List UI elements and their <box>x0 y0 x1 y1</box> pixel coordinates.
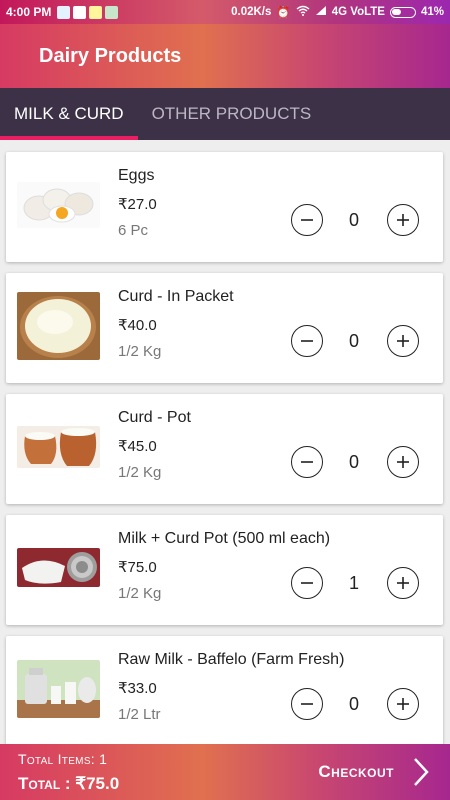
total-items-label: Total Items: <box>18 751 100 767</box>
product-price: ₹40.0 <box>118 317 157 334</box>
network-speed: 0.02K/s <box>231 6 272 18</box>
increase-button[interactable] <box>387 204 419 236</box>
minus-icon <box>301 582 313 584</box>
product-price: ₹33.0 <box>118 680 157 697</box>
total-items: Total Items: 1 <box>18 751 107 767</box>
increase-button[interactable] <box>387 446 419 478</box>
tab-other-products[interactable]: OTHER PRODUCTS <box>138 88 326 140</box>
plus-icon <box>397 456 409 468</box>
product-unit: 1/2 Kg <box>118 343 162 360</box>
product-price: ₹27.0 <box>118 196 157 213</box>
eggs-image <box>17 182 100 228</box>
minus-icon <box>301 340 313 342</box>
product-unit: 1/2 Kg <box>118 585 162 602</box>
milk-curd-pot-image <box>17 548 100 587</box>
product-name: Eggs <box>118 167 155 184</box>
product-card: Milk + Curd Pot (500 ml each) ₹75.0 1/2 … <box>6 515 443 625</box>
product-card: Raw Milk - Baffelo (Farm Fresh) ₹33.0 1/… <box>6 636 443 746</box>
phone-icon <box>57 5 71 19</box>
increase-button[interactable] <box>387 688 419 720</box>
chevron-right-icon <box>414 758 429 786</box>
app-bar: Dairy Products <box>0 24 450 88</box>
product-unit: 1/2 Kg <box>118 464 162 481</box>
quantity-count: 0 <box>348 331 359 351</box>
status-right: 0.02K/s ⏰ 4G VoLTE 41% <box>231 5 444 19</box>
chrome-icon <box>89 5 103 19</box>
minus-icon <box>301 219 313 221</box>
minus-icon <box>301 703 313 705</box>
curd-packet-image <box>17 292 100 360</box>
plus-icon <box>397 577 409 589</box>
total-amount: Total : ₹75.0 <box>18 774 119 794</box>
curd-pot-image <box>17 426 100 468</box>
cart-summary-bar: Total Items: 1 Total : ₹75.0 Checkout <box>0 744 450 800</box>
increase-button[interactable] <box>387 567 419 599</box>
increase-button[interactable] <box>387 325 419 357</box>
decrease-button[interactable] <box>291 325 323 357</box>
whatsapp-icon <box>105 5 119 19</box>
raw-milk-image <box>17 660 100 718</box>
decrease-button[interactable] <box>291 688 323 720</box>
signal-icon <box>315 5 327 19</box>
product-card: Curd - Pot ₹45.0 1/2 Kg 0 <box>6 394 443 504</box>
plus-icon <box>397 335 409 347</box>
product-card: Eggs ₹27.0 6 Pc 0 <box>6 152 443 262</box>
quantity-count: 0 <box>348 452 359 472</box>
notification-icons <box>57 5 119 19</box>
plus-icon <box>397 698 409 710</box>
checkout-label: Checkout <box>318 762 394 781</box>
status-bar: 4:00 PM 0.02K/s ⏰ 4G VoLTE 41% <box>0 0 450 24</box>
category-tabs: MILK & CURD OTHER PRODUCTS <box>0 88 450 140</box>
product-card: Curd - In Packet ₹40.0 1/2 Kg 0 <box>6 273 443 383</box>
minus-icon <box>301 461 313 463</box>
tab-milk-curd[interactable]: MILK & CURD <box>0 88 138 140</box>
quantity-count: 1 <box>348 573 359 593</box>
product-name: Milk + Curd Pot (500 ml each) <box>118 530 331 547</box>
checkout-button[interactable]: Checkout <box>318 744 430 800</box>
product-name: Curd - Pot <box>118 409 191 426</box>
page-title: Dairy Products <box>39 44 182 67</box>
product-name: Raw Milk - Baffelo (Farm Fresh) <box>118 651 345 668</box>
battery-icon <box>389 6 416 18</box>
gmail-icon <box>73 5 87 19</box>
wifi-icon <box>296 5 310 19</box>
total-items-value: 1 <box>99 751 108 767</box>
decrease-button[interactable] <box>291 446 323 478</box>
product-unit: 6 Pc <box>118 222 149 239</box>
decrease-button[interactable] <box>291 567 323 599</box>
quantity-count: 0 <box>348 694 359 714</box>
plus-icon <box>397 214 409 226</box>
product-unit: 1/2 Ltr <box>118 706 161 723</box>
quantity-count: 0 <box>348 210 359 230</box>
battery-level: 41% <box>420 6 444 18</box>
product-name: Curd - In Packet <box>118 288 234 305</box>
product-price: ₹75.0 <box>118 559 157 576</box>
alarm-icon: ⏰ <box>276 7 291 19</box>
total-amount-label: Total : <box>18 774 76 793</box>
product-price: ₹45.0 <box>118 438 157 455</box>
decrease-button[interactable] <box>291 204 323 236</box>
network-type: 4G VoLTE <box>331 6 385 18</box>
total-amount-value: ₹75.0 <box>75 774 120 793</box>
status-time: 4:00 PM <box>6 5 52 19</box>
